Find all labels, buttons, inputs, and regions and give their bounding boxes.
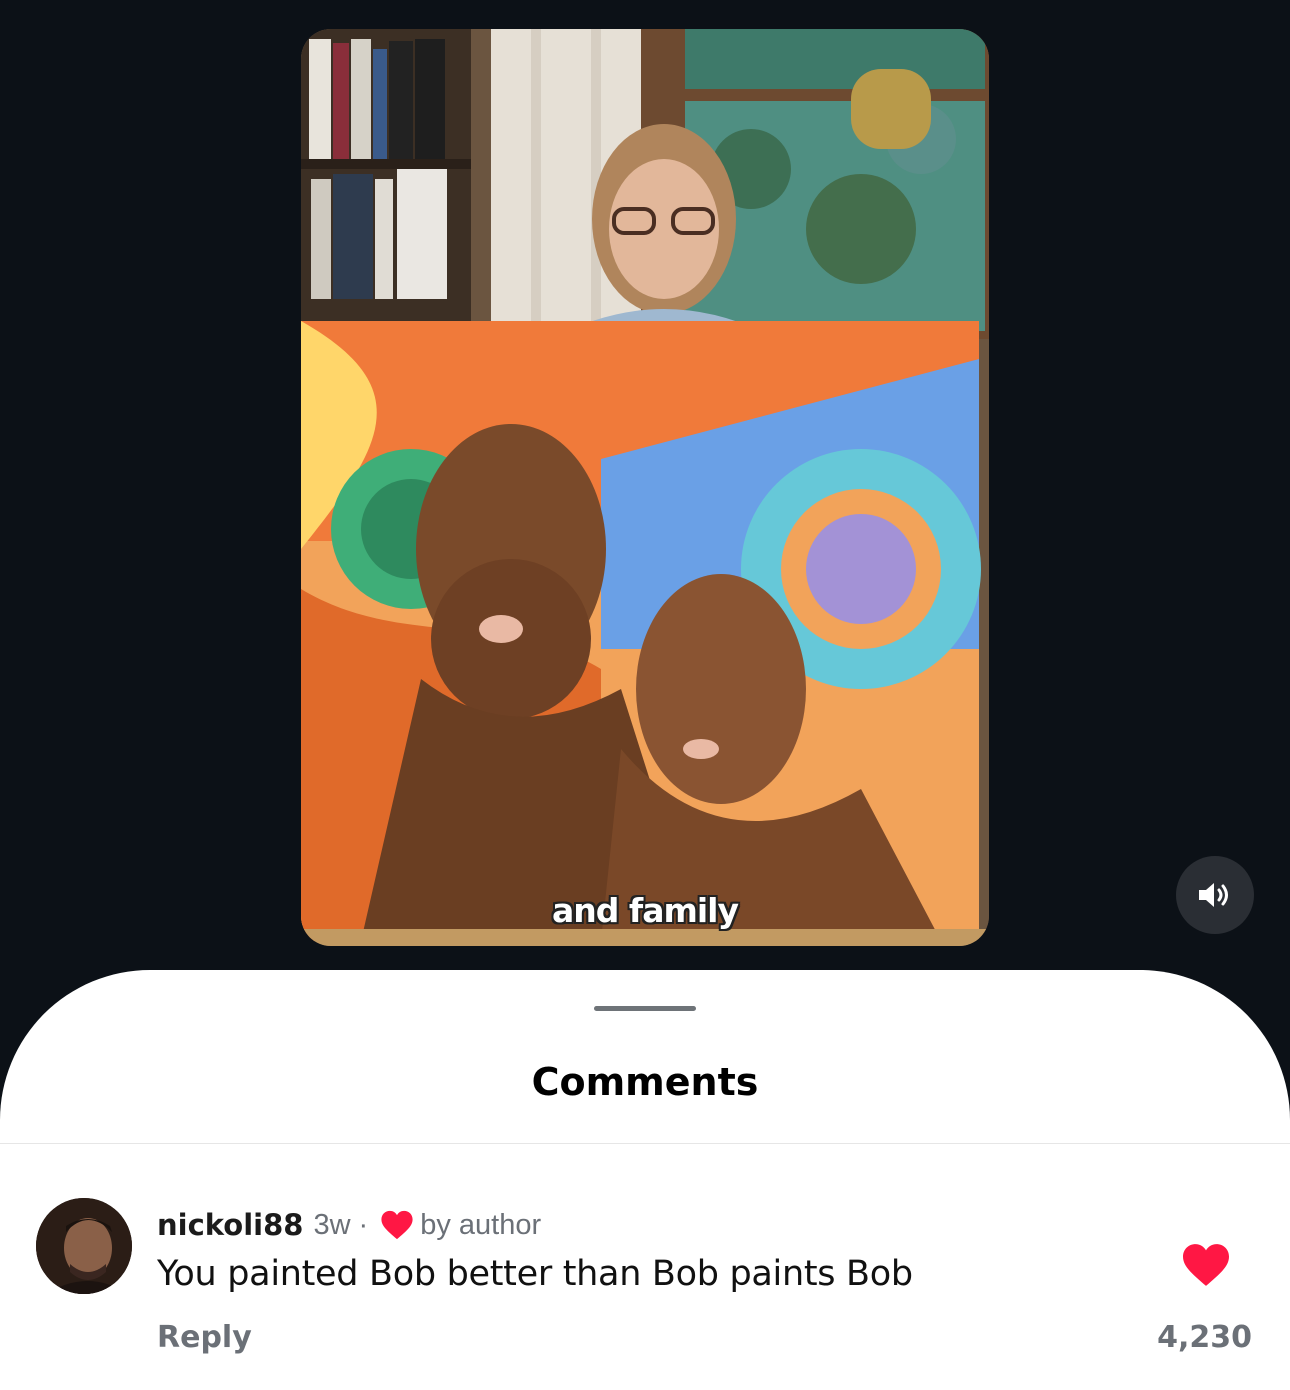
volume-toggle-button[interactable] xyxy=(1176,856,1254,934)
heart-icon xyxy=(1183,1244,1229,1286)
comments-title: Comments xyxy=(531,1060,759,1104)
comments-sheet: Comments nickoli88 3w · by author You pa… xyxy=(0,970,1290,1390)
comment-meta: nickoli88 3w · by author xyxy=(157,1208,541,1242)
speaker-volume-icon xyxy=(1199,883,1228,907)
video-player[interactable]: and family xyxy=(301,29,989,946)
divider xyxy=(0,1143,1290,1144)
heart-icon xyxy=(380,1209,414,1241)
video-frame xyxy=(301,29,989,946)
liked-by-author-label: by author xyxy=(420,1208,542,1241)
comment-username[interactable]: nickoli88 xyxy=(157,1208,303,1242)
reply-button[interactable]: Reply xyxy=(157,1320,252,1355)
avatar[interactable] xyxy=(36,1198,132,1294)
sheet-drag-handle[interactable] xyxy=(594,1006,696,1011)
like-button[interactable] xyxy=(1180,1242,1232,1293)
comment-text: You painted Bob better than Bob paints B… xyxy=(157,1254,913,1294)
comment-time: 3w xyxy=(313,1208,351,1241)
like-count: 4,230 xyxy=(1157,1320,1252,1355)
meta-separator: · xyxy=(358,1208,369,1241)
comment-item: nickoli88 3w · by author You painted Bob… xyxy=(0,1192,1290,1355)
video-caption: and family xyxy=(551,891,739,930)
